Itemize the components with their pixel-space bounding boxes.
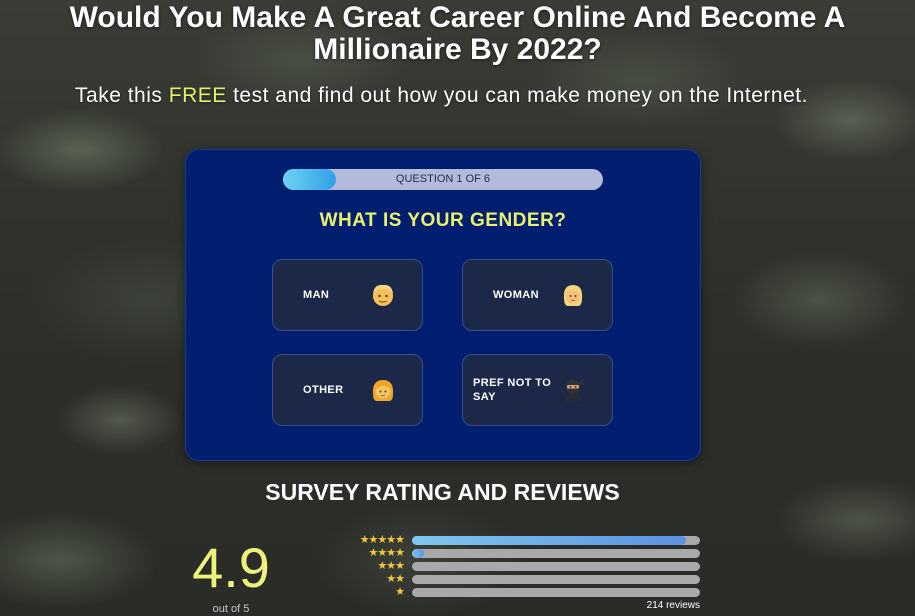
option-other-button[interactable]: OTHER: [272, 354, 423, 426]
star-icons: ★★★★★: [359, 533, 405, 546]
option-label: WOMAN: [493, 289, 539, 301]
star-icons: ★★★★: [368, 546, 405, 559]
star-icons: ★: [395, 585, 405, 598]
rating-bar: [412, 536, 700, 545]
rating-bar-fill: [412, 549, 424, 558]
option-woman-button[interactable]: WOMAN: [462, 259, 613, 331]
option-label: PREF NOT TO SAY: [473, 377, 552, 403]
rating-score-caption: out of 5: [212, 603, 250, 615]
star-icons: ★★★: [377, 559, 405, 572]
rating-bar: [412, 588, 700, 597]
quiz-card: QUESTION 1 OF 6 WHAT IS YOUR GENDER? MAN…: [185, 149, 701, 461]
option-man-button[interactable]: MAN: [272, 259, 423, 331]
rating-row-5-stars: ★★★★★: [340, 533, 700, 546]
progress-label: QUESTION 1 OF 6: [395, 173, 491, 185]
subtitle-free-highlight: FREE: [168, 84, 227, 107]
rating-bar: [412, 575, 700, 584]
question-text: WHAT IS YOUR GENDER?: [319, 210, 567, 231]
rating-bar: [412, 549, 700, 558]
blonde-woman-emoji-icon: [563, 285, 583, 306]
person-emoji-icon: [372, 380, 394, 401]
rating-bar-fill: [412, 536, 686, 545]
man-emoji-icon: [373, 284, 393, 306]
subtitle-text-end: test and find out how you can make money…: [226, 84, 808, 107]
rating-row-1-stars: ★: [340, 585, 700, 598]
page-subtitle: Take this FREE test and find out how you…: [0, 84, 883, 108]
page-headline: Would You Make A Great Career Online And…: [69, 1, 846, 66]
rating-row-3-stars: ★★★: [340, 559, 700, 572]
question-progress-bar: QUESTION 1 OF 6: [283, 169, 603, 190]
rating-score: 4.9: [192, 536, 270, 599]
rating-row-4-stars: ★★★★: [340, 546, 700, 559]
review-count: 214 reviews: [646, 600, 700, 611]
option-prefer-not-to-say-button[interactable]: PREF NOT TO SAY: [462, 354, 613, 426]
rating-row-2-stars: ★★: [340, 572, 700, 585]
star-icons: ★★: [386, 572, 405, 585]
reviews-title: SURVEY RATING AND REVIEWS: [265, 479, 620, 505]
rating-bar: [412, 562, 700, 571]
option-label: MAN: [303, 289, 330, 301]
ninja-emoji-icon: [565, 379, 585, 401]
subtitle-text-start: Take this: [75, 84, 169, 107]
option-label: OTHER: [303, 384, 344, 396]
